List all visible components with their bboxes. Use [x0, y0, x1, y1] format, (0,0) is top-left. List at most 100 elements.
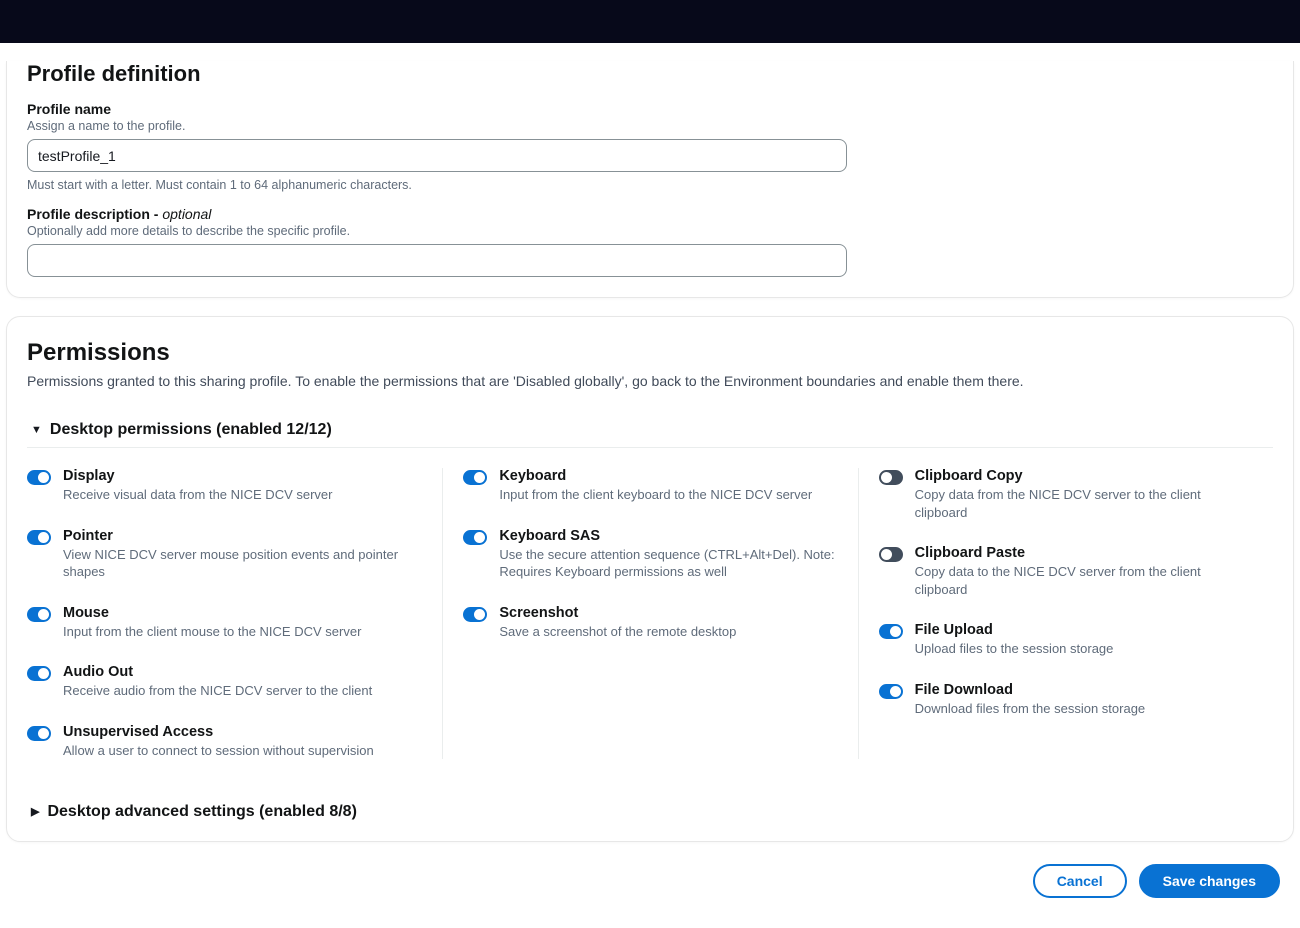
profile-desc-sublabel: Optionally add more details to describe … — [27, 224, 1273, 238]
permission-screenshot: Screenshot Save a screenshot of the remot… — [463, 605, 837, 641]
toggle-unsupervised-access[interactable] — [27, 726, 51, 741]
permission-clipboard-copy: Clipboard Copy Copy data from the NICE DC… — [879, 468, 1253, 545]
desktop-advanced-expander[interactable]: ▶ Desktop advanced settings (enabled 8/8… — [27, 785, 1273, 821]
footer-actions: Cancel Save changes — [6, 860, 1294, 908]
permission-name: Screenshot — [499, 605, 736, 621]
toggle-display[interactable] — [27, 470, 51, 485]
toggle-mouse[interactable] — [27, 607, 51, 622]
permission-desc: Receive visual data from the NICE DCV se… — [63, 486, 332, 504]
save-changes-button[interactable]: Save changes — [1139, 864, 1280, 898]
toggle-knob — [474, 532, 485, 543]
toggle-file-download[interactable] — [879, 684, 903, 699]
caret-right-icon: ▶ — [31, 807, 39, 818]
toggle-knob — [38, 472, 49, 483]
permissions-card: Permissions Permissions granted to this … — [6, 316, 1294, 842]
cancel-button[interactable]: Cancel — [1033, 864, 1127, 898]
desktop-permissions-expander[interactable]: ▼ Desktop permissions (enabled 12/12) — [27, 403, 1273, 448]
permission-desc: Copy data from the NICE DCV server to th… — [915, 486, 1253, 521]
toggle-knob — [38, 728, 49, 739]
toggle-knob — [881, 549, 892, 560]
permission-desc: Allow a user to connect to session witho… — [63, 742, 374, 760]
permissions-col-3: Clipboard Copy Copy data from the NICE DC… — [858, 468, 1273, 759]
profile-definition-title: Profile definition — [27, 61, 1273, 87]
permission-body: Clipboard Copy Copy data from the NICE DC… — [915, 468, 1253, 521]
permission-body: Audio Out Receive audio from the NICE DCV… — [63, 664, 372, 700]
permission-desc: Receive audio from the NICE DCV server t… — [63, 682, 372, 700]
permission-unsupervised-access: Unsupervised Access Allow a user to conne… — [27, 724, 422, 760]
toggle-audio-out[interactable] — [27, 666, 51, 681]
page: Profile definition Profile name Assign a… — [0, 61, 1300, 928]
permission-clipboard-paste: Clipboard Paste Copy data to the NICE DCV… — [879, 545, 1253, 622]
permission-name: Mouse — [63, 605, 361, 621]
permission-body: Clipboard Paste Copy data to the NICE DCV… — [915, 545, 1253, 598]
permission-desc: View NICE DCV server mouse position even… — [63, 546, 422, 581]
profile-desc-input[interactable] — [27, 244, 847, 277]
desktop-advanced-expander-label: Desktop advanced settings (enabled 8/8) — [47, 803, 356, 821]
toggle-clipboard-paste[interactable] — [879, 547, 903, 562]
permission-mouse: Mouse Input from the client mouse to the … — [27, 605, 422, 665]
permission-desc: Input from the client mouse to the NICE … — [63, 623, 361, 641]
toggle-knob — [38, 668, 49, 679]
toggle-knob — [474, 472, 485, 483]
toggle-keyboard-sas[interactable] — [463, 530, 487, 545]
toggle-screenshot[interactable] — [463, 607, 487, 622]
permission-body: Unsupervised Access Allow a user to conne… — [63, 724, 374, 760]
toggle-knob — [38, 532, 49, 543]
permission-body: File Upload Upload files to the session s… — [915, 622, 1114, 658]
permission-name: Audio Out — [63, 664, 372, 680]
permission-body: Keyboard Input from the client keyboard t… — [499, 468, 812, 504]
permission-name: File Upload — [915, 622, 1114, 638]
profile-desc-label: Profile description - optional — [27, 206, 1273, 222]
toggle-pointer[interactable] — [27, 530, 51, 545]
toggle-knob — [890, 686, 901, 697]
toggle-file-upload[interactable] — [879, 624, 903, 639]
top-bar — [0, 0, 1300, 43]
permission-desc: Download files from the session storage — [915, 700, 1146, 718]
permission-desc: Use the secure attention sequence (CTRL+… — [499, 546, 837, 581]
permission-keyboard-sas: Keyboard SAS Use the secure attention seq… — [463, 528, 837, 605]
permission-name: Keyboard — [499, 468, 812, 484]
profile-desc-label-main: Profile description - — [27, 206, 162, 222]
permission-name: Clipboard Paste — [915, 545, 1253, 561]
permission-body: Pointer View NICE DCV server mouse positi… — [63, 528, 422, 581]
permission-display: Display Receive visual data from the NICE… — [27, 468, 422, 528]
permission-name: File Download — [915, 682, 1146, 698]
permission-pointer: Pointer View NICE DCV server mouse positi… — [27, 528, 422, 605]
permission-audio-out: Audio Out Receive audio from the NICE DCV… — [27, 664, 422, 724]
permission-name: Clipboard Copy — [915, 468, 1253, 484]
profile-name-hint: Must start with a letter. Must contain 1… — [27, 178, 1273, 192]
permission-file-download: File Download Download files from the ses… — [879, 682, 1253, 718]
permission-name: Pointer — [63, 528, 422, 544]
permission-body: Screenshot Save a screenshot of the remot… — [499, 605, 736, 641]
permission-body: Display Receive visual data from the NICE… — [63, 468, 332, 504]
permission-body: Mouse Input from the client mouse to the … — [63, 605, 361, 641]
profile-definition-card: Profile definition Profile name Assign a… — [6, 61, 1294, 298]
permissions-intro: Permissions granted to this sharing prof… — [27, 373, 1273, 389]
toggle-keyboard[interactable] — [463, 470, 487, 485]
permission-desc: Upload files to the session storage — [915, 640, 1114, 658]
permission-desc: Copy data to the NICE DCV server from th… — [915, 563, 1253, 598]
permission-desc: Save a screenshot of the remote desktop — [499, 623, 736, 641]
toggle-knob — [474, 609, 485, 620]
toggle-knob — [890, 626, 901, 637]
permission-body: File Download Download files from the ses… — [915, 682, 1146, 718]
permissions-grid: Display Receive visual data from the NICE… — [27, 468, 1273, 759]
permission-name: Unsupervised Access — [63, 724, 374, 740]
permission-file-upload: File Upload Upload files to the session s… — [879, 622, 1253, 682]
permission-name: Keyboard SAS — [499, 528, 837, 544]
permissions-col-1: Display Receive visual data from the NICE… — [27, 468, 442, 759]
profile-name-input[interactable] — [27, 139, 847, 172]
toggle-knob — [38, 609, 49, 620]
caret-down-icon: ▼ — [31, 425, 42, 436]
permission-keyboard: Keyboard Input from the client keyboard t… — [463, 468, 837, 528]
permissions-col-2: Keyboard Input from the client keyboard t… — [442, 468, 857, 759]
profile-desc-label-optional: optional — [162, 206, 211, 222]
profile-name-label: Profile name — [27, 101, 1273, 117]
profile-name-sublabel: Assign a name to the profile. — [27, 119, 1273, 133]
permission-desc: Input from the client keyboard to the NI… — [499, 486, 812, 504]
permissions-title: Permissions — [27, 339, 1273, 367]
desktop-permissions-expander-label: Desktop permissions (enabled 12/12) — [50, 421, 332, 439]
toggle-knob — [881, 472, 892, 483]
toggle-clipboard-copy[interactable] — [879, 470, 903, 485]
permission-name: Display — [63, 468, 332, 484]
